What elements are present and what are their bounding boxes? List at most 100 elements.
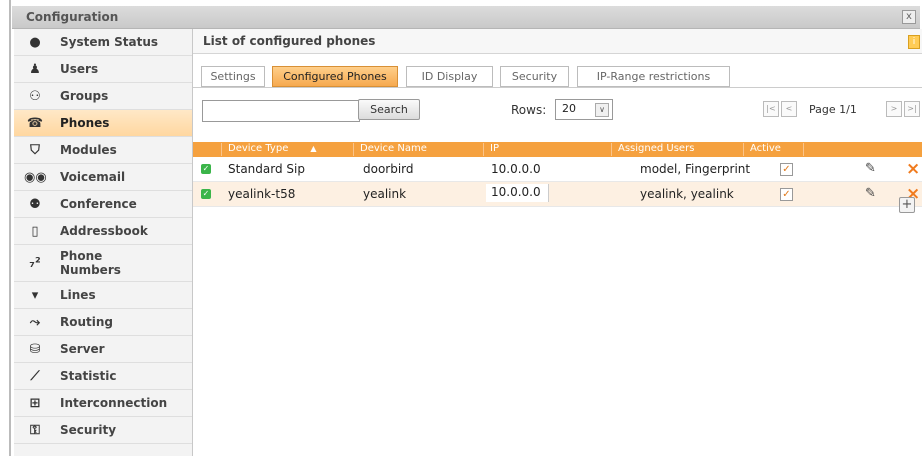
phone-icon: ☎	[26, 115, 44, 131]
sidebar-item-phone-numbers[interactable]: ₇² Phone Numbers	[14, 245, 192, 282]
table-header: Device Type ▲ Device Name IP Assigned Use…	[193, 142, 922, 157]
voicemail-icon: ◉◉	[24, 169, 47, 185]
cell-device-name: yealink	[363, 187, 407, 201]
col-device-type-label: Device Type	[228, 143, 289, 154]
col-assigned-users[interactable]: Assigned Users	[611, 143, 738, 156]
user-icon: ♟	[29, 61, 41, 77]
table-row[interactable]: ✓ yealink-t58 yealink 10.0.0.0 yealink, …	[193, 182, 922, 207]
status-check-icon: ✓	[201, 164, 211, 174]
sidebar-item-label: Voicemail	[60, 170, 126, 184]
edit-icon[interactable]: ✎	[865, 161, 876, 176]
sidebar-item-label: Interconnection	[60, 396, 168, 410]
delete-icon[interactable]: ×	[906, 159, 920, 179]
groups-icon: ⚇	[29, 88, 41, 104]
sidebar-item-statistic[interactable]: ⟋ Statistic	[14, 363, 192, 390]
first-page-icon[interactable]: |<	[763, 101, 779, 117]
cell-assigned-users: model, Fingerprint	[640, 162, 751, 176]
cell-assigned-users: yealink, yealink	[640, 187, 734, 201]
sidebar-item-label-line2: Numbers	[60, 263, 121, 277]
sidebar-item-security[interactable]: ⚿ Security	[14, 417, 192, 444]
edit-icon[interactable]: ✎	[865, 186, 876, 201]
sidebar-item-groups[interactable]: ⚇ Groups	[14, 83, 192, 110]
sidebar-item-label: Phones	[60, 116, 110, 130]
sidebar-item-label: Security	[60, 423, 117, 437]
window-title: Configuration	[26, 10, 119, 24]
addressbook-icon: ▯	[31, 223, 39, 239]
sidebar-item-label: Groups	[60, 89, 109, 103]
tab-ip-range-restrictions[interactable]: IP-Range restrictions	[577, 66, 730, 87]
sidebar-item-label: Users	[60, 62, 99, 76]
sidebar-item-label: Server	[60, 342, 105, 356]
sidebar-item-conference[interactable]: ⚉ Conference	[14, 191, 192, 218]
sidebar-item-label: Statistic	[60, 369, 117, 383]
cell-device-type: yealink-t58	[228, 187, 296, 201]
tab-settings[interactable]: Settings	[201, 66, 265, 87]
panel-header: List of configured phones i	[193, 29, 922, 54]
lines-icon: ▾	[31, 287, 39, 303]
shield-icon: ⛉	[30, 142, 40, 158]
rows-select[interactable]: 20 ∨	[555, 99, 613, 120]
rows-value: 20	[562, 102, 576, 115]
sidebar-item-voicemail[interactable]: ◉◉ Voicemail	[14, 164, 192, 191]
active-checkbox[interactable]: ✓	[780, 163, 793, 176]
tab-id-display[interactable]: ID Display	[406, 66, 493, 87]
search-button[interactable]: Search	[358, 99, 420, 120]
statistic-icon: ⟋	[30, 368, 40, 384]
phones-table: Device Type ▲ Device Name IP Assigned Use…	[193, 142, 922, 207]
sidebar-item-phones[interactable]: ☎ Phones	[14, 110, 192, 137]
sidebar-item-interconnection[interactable]: ⊞ Interconnection	[14, 390, 192, 417]
sidebar-item-lines[interactable]: ▾ Lines	[14, 282, 192, 309]
page-title: List of configured phones	[203, 34, 376, 48]
sidebar-item-label: Addressbook	[60, 224, 148, 238]
close-icon[interactable]: x	[902, 10, 916, 24]
sidebar-item-label: Modules	[60, 143, 117, 157]
last-page-icon[interactable]: >|	[904, 101, 920, 117]
routing-icon: ⤳	[29, 314, 41, 330]
status-icon: ●	[29, 34, 41, 50]
tab-security[interactable]: Security	[500, 66, 569, 87]
chevron-down-icon: ∨	[595, 103, 609, 117]
sidebar: ● System Status ♟ Users ⚇ Groups ☎ Phone…	[14, 29, 193, 456]
sidebar-item-label-line1: Phone	[60, 249, 103, 263]
sidebar-item-label: Lines	[60, 288, 96, 302]
sidebar-item-system-status[interactable]: ● System Status	[14, 29, 192, 56]
cell-ip: 10.0.0.0	[491, 162, 541, 176]
numbers-icon: ₇²	[29, 255, 41, 271]
search-input[interactable]	[202, 100, 360, 122]
cell-ip: 10.0.0.0	[491, 185, 541, 199]
add-phone-button[interactable]: +	[899, 197, 915, 213]
table-row[interactable]: ✓ Standard Sip doorbird 10.0.0.0 model, …	[193, 157, 922, 182]
sidebar-item-label: System Status	[60, 35, 159, 49]
prev-page-icon[interactable]: <	[781, 101, 797, 117]
sidebar-item-modules[interactable]: ⛉ Modules	[14, 137, 192, 164]
cell-device-type: Standard Sip	[228, 162, 305, 176]
sort-asc-icon: ▲	[310, 144, 317, 153]
tab-bar: Settings Configured Phones ID Display Se…	[193, 65, 922, 88]
page-indicator: Page 1/1	[809, 103, 857, 116]
sidebar-item-label: Routing	[60, 315, 114, 329]
left-frame-edge	[0, 0, 12, 456]
server-icon: ⛁	[29, 341, 41, 357]
sidebar-item-routing[interactable]: ⤳ Routing	[14, 309, 192, 336]
lock-icon: ⚿	[30, 422, 40, 438]
active-checkbox[interactable]: ✓	[780, 188, 793, 201]
col-ip[interactable]: IP	[483, 143, 610, 156]
main-panel: List of configured phones i Settings Con…	[193, 29, 922, 456]
interconnection-icon: ⊞	[29, 395, 41, 411]
next-page-icon[interactable]: >	[886, 101, 902, 117]
sidebar-item-server[interactable]: ⛁ Server	[14, 336, 192, 363]
cell-device-name: doorbird	[363, 162, 414, 176]
sidebar-item-addressbook[interactable]: ▯ Addressbook	[14, 218, 192, 245]
col-device-type[interactable]: Device Type ▲	[221, 143, 348, 156]
col-active[interactable]: Active	[743, 143, 800, 156]
tab-configured-phones[interactable]: Configured Phones	[272, 66, 398, 87]
col-actions	[803, 143, 920, 156]
sidebar-item-users[interactable]: ♟ Users	[14, 56, 192, 83]
rows-label: Rows:	[511, 103, 547, 117]
status-check-icon: ✓	[201, 189, 211, 199]
sidebar-item-label: Phone Numbers	[60, 249, 121, 277]
info-icon[interactable]: i	[908, 35, 920, 49]
col-device-name[interactable]: Device Name	[353, 143, 480, 156]
sidebar-item-label: Conference	[60, 197, 137, 211]
conference-icon: ⚉	[29, 196, 41, 212]
